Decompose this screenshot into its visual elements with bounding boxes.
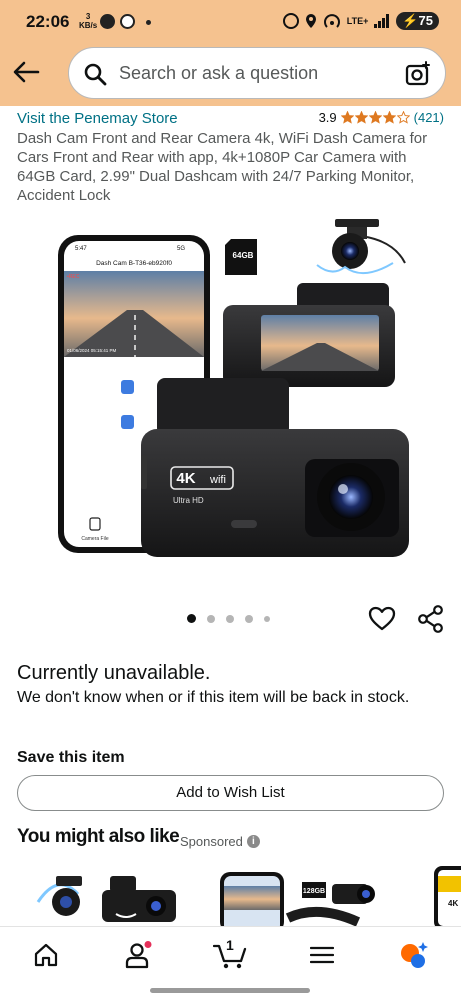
- front-camera: 4K wifi Ultra HD: [141, 378, 409, 557]
- search-icon: [84, 63, 107, 86]
- location-icon: [305, 14, 316, 28]
- review-count: (421): [413, 110, 444, 125]
- nav-rufus[interactable]: [394, 937, 434, 973]
- rating-summary[interactable]: 3.9 (421): [319, 110, 444, 125]
- carousel-dot[interactable]: [187, 614, 196, 623]
- rufus-icon: [401, 942, 428, 968]
- signal-icon: [374, 14, 390, 28]
- phone-app-header: Dash Cam B-T36-eb920f0: [96, 260, 172, 267]
- network-type: LTE+: [346, 16, 369, 26]
- info-icon[interactable]: i: [246, 835, 260, 848]
- net-speed: 3 KB/s: [79, 12, 97, 30]
- status-icons: LTE+ ⚡75: [282, 12, 439, 30]
- phone-signal: 5G: [177, 246, 185, 252]
- recommendation-item[interactable]: 128GB: [218, 862, 398, 926]
- sd-card-label: 64GB: [233, 251, 254, 260]
- whatsapp-icon: [120, 14, 135, 29]
- phone-rec-label: •REC: [67, 274, 80, 280]
- app-header: 22:06 3 KB/s LTE+ ⚡75 Search or ask a que…: [0, 0, 461, 106]
- status-bar: 22:06 3 KB/s LTE+ ⚡75: [0, 0, 461, 44]
- hotspot-icon: [323, 14, 340, 28]
- badge-wifi: wifi: [209, 474, 226, 486]
- rating-stars: [340, 111, 410, 124]
- carousel-dot[interactable]: [245, 614, 253, 623]
- search-bar[interactable]: Search or ask a question: [68, 47, 446, 99]
- more-notifications-icon: [146, 20, 151, 25]
- rec-4k-label: 4K: [448, 899, 458, 908]
- battery-indicator: ⚡75: [396, 12, 439, 30]
- battery-level: 75: [418, 13, 433, 28]
- store-link[interactable]: Visit the Penemay Store: [17, 110, 178, 127]
- star-icon: [340, 111, 354, 124]
- rec-sd-label: 128GB: [303, 888, 325, 895]
- phone-time: 5:47: [75, 246, 87, 252]
- interior-camera: [223, 283, 395, 387]
- carousel-dot[interactable]: [264, 615, 270, 622]
- nav-menu[interactable]: [302, 937, 342, 973]
- phone-timestamp: 01/06/2024 05:15:41 PM: [67, 348, 117, 353]
- heart-icon[interactable]: [368, 605, 396, 633]
- carousel-dot[interactable]: [207, 614, 215, 623]
- badge-uhd: Ultra HD: [173, 496, 204, 505]
- rating-value: 3.9: [318, 110, 337, 125]
- menu-icon: [310, 946, 334, 964]
- recommendations-heading: You might also like: [17, 826, 180, 847]
- notification-app-icon: [100, 14, 115, 29]
- recommendation-item[interactable]: [30, 862, 180, 926]
- net-speed-value: 3: [85, 12, 91, 21]
- availability-status: Currently unavailable.: [17, 662, 211, 684]
- star-icon: [354, 111, 368, 124]
- sponsored-label[interactable]: Sponsored i: [180, 834, 260, 849]
- add-to-wish-list-button[interactable]: Add to Wish List: [17, 775, 444, 811]
- home-icon: [34, 943, 58, 967]
- rear-camera: [316, 219, 406, 274]
- camera-search-icon[interactable]: [405, 61, 431, 87]
- nav-account[interactable]: [118, 937, 158, 973]
- availability-message: We don't know when or if this item will …: [17, 689, 410, 706]
- gesture-home-bar[interactable]: [150, 988, 310, 993]
- sd-card: 64GB: [225, 239, 257, 275]
- star-icon: [368, 111, 382, 124]
- account-icon: [125, 941, 152, 969]
- net-speed-unit: KB/s: [79, 21, 98, 30]
- recommendation-item[interactable]: 4K: [430, 862, 461, 926]
- status-time: 22:06: [26, 12, 70, 31]
- save-item-heading: Save this item: [17, 749, 125, 766]
- alarm-icon: [282, 13, 299, 29]
- star-icon: [382, 111, 396, 124]
- search-input[interactable]: Search or ask a question: [119, 63, 318, 84]
- product-image[interactable]: 5:47 5G Dash Cam B-T36-eb920f0 •REC 01/0…: [55, 215, 415, 575]
- image-carousel-dots[interactable]: [187, 614, 270, 623]
- cart-count: 1: [226, 937, 234, 953]
- badge-4k: 4K: [176, 470, 195, 487]
- carousel-dot[interactable]: [226, 614, 234, 623]
- star-icon: [396, 111, 410, 124]
- nav-home[interactable]: [26, 937, 66, 973]
- share-icon[interactable]: [417, 605, 445, 633]
- product-title: Dash Cam Front and Rear Camera 4k, WiFi …: [17, 130, 428, 204]
- back-arrow-icon[interactable]: [12, 58, 40, 86]
- phone-bottom-label: Camera File: [81, 536, 108, 542]
- sponsored-text: Sponsored: [180, 834, 243, 849]
